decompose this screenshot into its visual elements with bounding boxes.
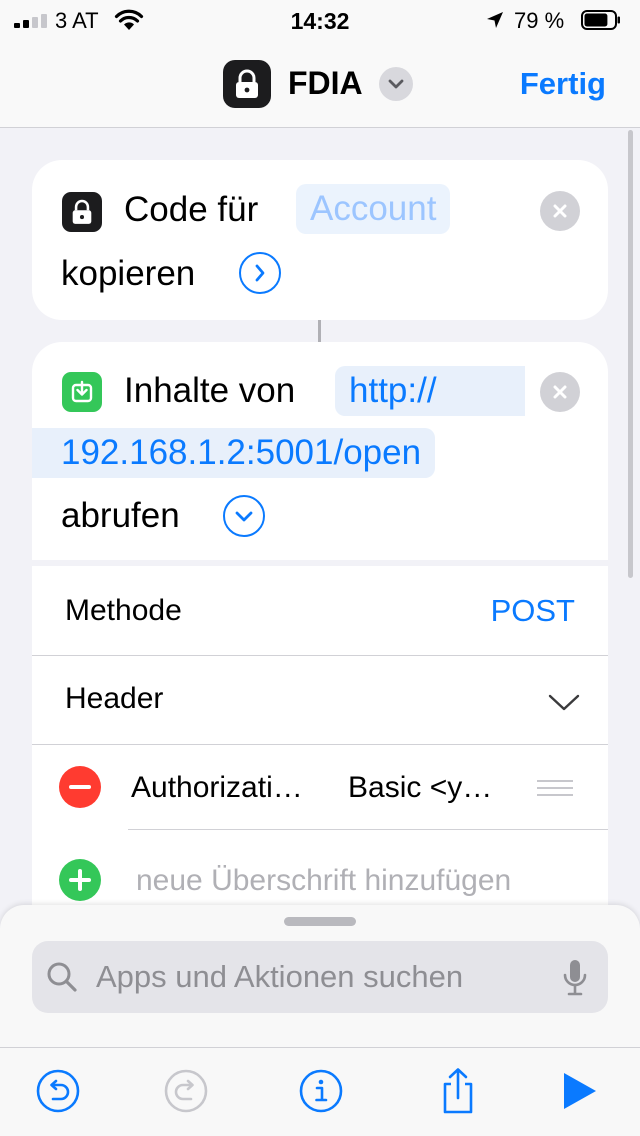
title-menu-button[interactable]: [379, 67, 413, 101]
play-icon: [564, 1073, 596, 1109]
battery-percent: 79 %: [514, 8, 565, 33]
search-icon: [47, 962, 77, 992]
collapse-action-button[interactable]: [223, 495, 265, 537]
action-search-sheet: Apps und Aktionen suchen: [0, 905, 640, 1136]
share-icon: [443, 1068, 473, 1114]
section-divider: [32, 560, 608, 566]
close-icon: [553, 385, 567, 399]
minus-icon: [69, 785, 91, 789]
search-field[interactable]: Apps und Aktionen suchen: [32, 941, 608, 1013]
info-button[interactable]: [297, 1067, 345, 1115]
close-icon: [553, 204, 567, 218]
done-button[interactable]: Fertig: [520, 66, 606, 102]
navigation-bar: FDIA Fertig: [0, 40, 640, 128]
chevron-down-icon[interactable]: [548, 693, 580, 711]
copy-code-action-card[interactable]: Code für Account kopieren: [32, 160, 608, 320]
new-header-input[interactable]: neue Überschrift hinzufügen: [136, 864, 511, 898]
toolbar-divider: [0, 1047, 640, 1048]
share-button[interactable]: [434, 1067, 482, 1115]
action-app-icon: [62, 192, 102, 232]
add-header-button[interactable]: [59, 859, 101, 901]
account-parameter-token[interactable]: Account: [296, 184, 451, 234]
action-text-suffix: abrufen: [61, 496, 180, 535]
action-text-prefix: Code für: [124, 190, 259, 229]
scroll-indicator[interactable]: [628, 130, 633, 578]
plus-icon: [69, 869, 91, 891]
row-divider: [32, 744, 608, 745]
sheet-grabber[interactable]: [284, 917, 356, 926]
chevron-down-icon: [235, 511, 253, 522]
delete-header-button[interactable]: [59, 766, 101, 808]
row-divider: [32, 655, 608, 656]
reorder-handle-icon[interactable]: [537, 778, 573, 798]
url-parameter-token-line1[interactable]: http://: [335, 366, 525, 416]
remove-action-button[interactable]: [540, 191, 580, 231]
chevron-down-icon: [388, 79, 404, 89]
header-value-field[interactable]: Basic <y…: [348, 771, 492, 805]
method-value[interactable]: POST: [491, 593, 575, 629]
lock-icon: [236, 69, 258, 98]
method-label: Methode: [65, 594, 182, 627]
lock-icon: [72, 199, 92, 224]
row-divider: [128, 829, 608, 830]
action-app-icon: [62, 372, 102, 412]
header-label[interactable]: Header: [65, 682, 163, 716]
undo-icon: [36, 1069, 80, 1113]
microphone-icon[interactable]: [562, 959, 588, 997]
location-arrow-icon: [487, 12, 503, 28]
run-button[interactable]: [555, 1067, 603, 1115]
url-parameter-token-line2[interactable]: 192.168.1.2:5001/open: [32, 428, 436, 478]
search-placeholder: Apps und Aktionen suchen: [96, 959, 464, 994]
expand-action-button[interactable]: [239, 252, 281, 294]
info-icon: [299, 1069, 343, 1113]
redo-button[interactable]: [162, 1067, 210, 1115]
battery-icon: [581, 10, 620, 30]
action-connector: [318, 320, 321, 342]
header-key-field[interactable]: Authorizati…: [131, 771, 303, 805]
shortcut-app-icon[interactable]: [223, 60, 271, 108]
action-text-prefix: Inhalte von: [124, 371, 296, 410]
status-bar: 3 AT 14:32 79 %: [0, 0, 640, 40]
get-contents-action-card[interactable]: Inhalte von http:// 192.168.1.2:5001/ope…: [32, 342, 608, 922]
action-text-suffix: kopieren: [61, 254, 196, 293]
chevron-right-icon: [255, 264, 265, 282]
remove-action-button[interactable]: [540, 372, 580, 412]
undo-button[interactable]: [34, 1067, 82, 1115]
shortcut-title[interactable]: FDIA: [288, 65, 363, 102]
download-icon: [71, 380, 93, 403]
redo-icon: [164, 1069, 208, 1113]
